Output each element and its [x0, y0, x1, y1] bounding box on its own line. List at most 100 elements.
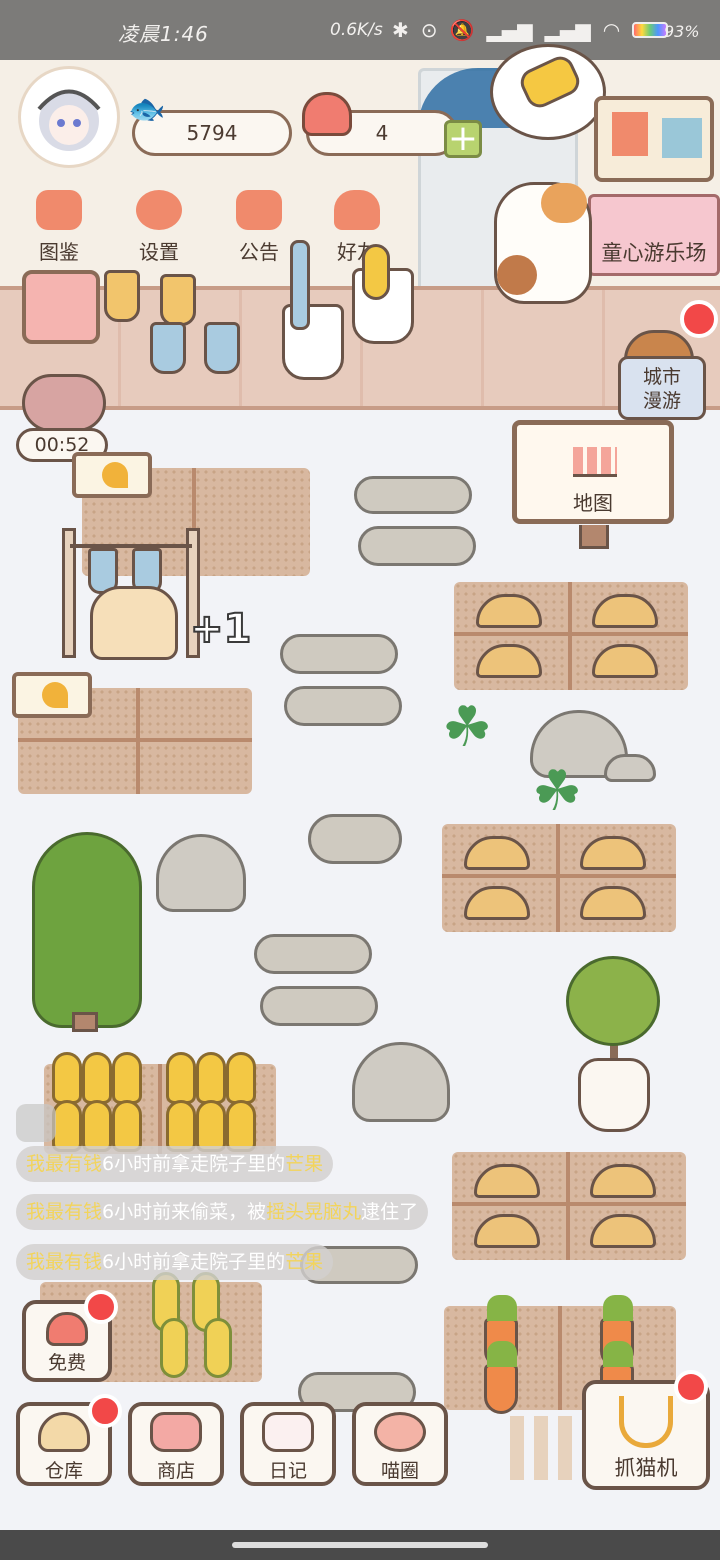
feed-toggle-button[interactable]	[16, 1104, 56, 1142]
diary-icon	[262, 1412, 314, 1452]
clover-icon[interactable]: ☘	[532, 764, 582, 820]
notification-badge	[88, 1394, 122, 1428]
menu-settings[interactable]: 设置	[124, 190, 194, 265]
add-hearts-button[interactable]: +	[444, 120, 482, 158]
boot-decoration	[160, 274, 196, 326]
reward-popup: +1	[189, 605, 252, 653]
map-button[interactable]: 地图	[512, 420, 674, 549]
wheat-crop	[112, 1052, 142, 1104]
menu-collection[interactable]: 图鉴	[24, 190, 94, 265]
feed-item: 摇头晃脑丸	[266, 1201, 362, 1223]
wheat-crop	[166, 1100, 196, 1152]
wheat-sign	[72, 452, 152, 498]
player-avatar[interactable]	[18, 66, 120, 168]
menu-collection-label: 图鉴	[39, 240, 79, 264]
plant-bag	[578, 1058, 650, 1132]
signal2-icon: ▂▄▆	[544, 18, 591, 42]
note-icon	[612, 112, 648, 156]
stepping-stone	[254, 934, 372, 974]
wheat-crop	[226, 1100, 256, 1152]
umbrella-icon	[290, 240, 310, 330]
boot-decoration	[104, 270, 140, 322]
rock-decoration	[352, 1042, 450, 1122]
claw-icon	[619, 1396, 673, 1448]
free-label: 免费	[47, 1352, 86, 1374]
heart-icon	[46, 1312, 88, 1346]
status-net-speed: 0.6K/s	[330, 20, 383, 40]
calendar-icon[interactable]	[22, 270, 100, 344]
wheat-crop	[226, 1052, 256, 1104]
clover-icon[interactable]: ☘	[442, 700, 492, 756]
cat-patch	[497, 255, 537, 295]
battery-icon	[632, 22, 669, 38]
feed-message: 我最有钱6小时前来偷菜，被摇头晃脑丸逮住了	[16, 1194, 429, 1230]
potato-crop	[590, 1164, 656, 1198]
stepping-stone	[280, 634, 398, 674]
city-tour-button[interactable]: 城市 漫游	[618, 356, 706, 420]
feed-text: 6小时前来偷菜，被	[102, 1201, 267, 1223]
sign-post	[579, 525, 609, 549]
corn-crop	[204, 1318, 232, 1378]
warehouse-label: 仓库	[44, 1460, 83, 1482]
wheat-crop	[82, 1052, 112, 1104]
note-icon	[662, 118, 702, 158]
signal-icon: ▂▄▆	[486, 18, 533, 42]
wifi-icon: ◠	[602, 18, 621, 42]
mute-icon: 🔕	[449, 18, 475, 42]
potato-crop	[590, 1214, 656, 1248]
playground-banner[interactable]: 童心游乐场	[588, 194, 720, 276]
feed-actor: 我最有钱	[26, 1251, 103, 1273]
shop-label: 商店	[156, 1460, 195, 1482]
cat-planet-icon	[374, 1412, 426, 1452]
wheat-crop	[196, 1100, 226, 1152]
stepping-stone	[284, 686, 402, 726]
wheat-crop	[82, 1100, 112, 1152]
potted-tree	[566, 956, 660, 1046]
menu-announcement-label: 公告	[239, 240, 279, 264]
potato-plot[interactable]	[454, 582, 688, 690]
potato-crop	[580, 886, 646, 920]
stepping-stone	[260, 986, 378, 1026]
rock-decoration	[156, 834, 246, 912]
wheat-crop	[166, 1052, 196, 1104]
map-label: 地图	[573, 491, 613, 515]
feed-item: 芒果	[285, 1153, 324, 1175]
corn-crop	[160, 1318, 188, 1378]
status-bar: 凌晨1:46 0.6K/s ✱ ⊙ 🔕 ▂▄▆ ▂▄▆ ◠ 93%	[0, 0, 720, 60]
feed-tail: 逮住了	[361, 1201, 419, 1223]
cat-circle-button[interactable]: 喵圈	[352, 1402, 448, 1486]
wheat-crop	[112, 1100, 142, 1152]
diary-button[interactable]: 日记	[240, 1402, 336, 1486]
gear-icon	[136, 190, 182, 230]
calico-cat[interactable]	[494, 182, 592, 304]
system-nav-bar	[0, 1530, 720, 1560]
status-time: 凌晨1:46	[118, 22, 209, 46]
gift-icon	[236, 190, 282, 230]
menu-announcement[interactable]: 公告	[224, 190, 294, 265]
fence-icon	[573, 447, 617, 477]
stepping-stone	[308, 814, 402, 864]
home-indicator[interactable]	[232, 1542, 488, 1548]
cat-circle-label: 喵圈	[380, 1460, 419, 1482]
heart-icon	[302, 92, 352, 136]
friends-icon	[334, 190, 380, 230]
potato-plot[interactable]	[442, 824, 676, 932]
carrot-crop	[484, 1341, 518, 1414]
avatar-portrait	[37, 89, 101, 151]
cat-patch	[541, 183, 587, 223]
basket-icon[interactable]	[90, 586, 178, 660]
stepping-stone	[354, 476, 472, 514]
wheat-crop	[52, 1052, 82, 1104]
feed-item: 芒果	[285, 1251, 324, 1273]
bulletin-board[interactable]	[594, 96, 714, 182]
potato-plot[interactable]	[452, 1152, 686, 1260]
stepping-stone	[358, 526, 476, 566]
menu-settings-label: 设置	[139, 240, 179, 264]
mouse-thief-icon[interactable]	[22, 374, 106, 432]
shop-button[interactable]: 商店	[128, 1402, 224, 1486]
wheat-crop	[196, 1052, 226, 1104]
potato-crop	[580, 836, 646, 870]
city-tour-line1: 城市	[642, 366, 681, 388]
potato-crop	[476, 644, 542, 678]
city-tour-line2: 漫游	[642, 390, 681, 412]
